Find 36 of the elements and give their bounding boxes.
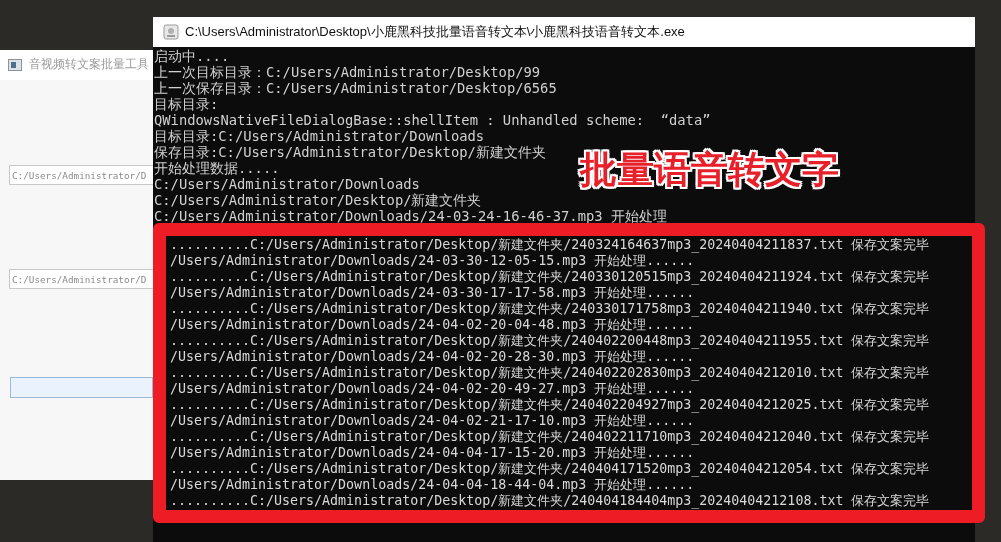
console-line: ..........C:/Users/Administrator/Desktop/新建文件夹/240402202830mp3_20240404212010.txt 保存文案完毕 <box>170 365 931 381</box>
console-line: 目标目录: <box>154 96 220 112</box>
console-line: 启动中.... <box>154 48 231 64</box>
window-title: C:\Users\Administrator\Desktop\小鹿黑科技批量语音转文本\小鹿黑科技语音转文本.exe <box>185 23 685 41</box>
console-line: ..........C:/Users/Administrator/Desktop/新建文件夹/240402200448mp3_20240404211955.txt 保存文案完毕 <box>170 333 931 349</box>
console-line: QWindowsNativeFileDialogBase::shellItem : Unhandled scheme: “data” <box>154 112 712 128</box>
console-line: /Users/Administrator/Downloads/24-04-02-20-28-30.mp3 开始处理...... <box>170 349 696 365</box>
console-line: ..........C:/Users/Administrator/Desktop/新建文件夹/240330171758mp3_20240404211940.txt 保存文案完毕 <box>170 301 931 317</box>
app-icon <box>163 24 179 40</box>
console-line: ..........C:/Users/Administrator/Desktop/新建文件夹/240324164637mp3_20240404211837.txt 保存文案完毕 <box>170 237 931 253</box>
console-line: ..........C:/Users/Administrator/Desktop/新建文件夹/240404171520mp3_20240404212054.txt 保存文案完毕 <box>170 461 931 477</box>
console-line: C:/Users/Administrator/Downloads/24-03-24-16-46-37.mp3 开始处理 <box>154 208 668 224</box>
console-line: C:/Users/Administrator/Desktop/新建文件夹 <box>154 192 483 208</box>
console-line: /Users/Administrator/Downloads/24-04-02-20-49-27.mp3 开始处理...... <box>170 381 696 397</box>
console-line: /Users/Administrator/Downloads/24-03-30-12-05-15.mp3 开始处理...... <box>170 253 696 269</box>
window-title: 音视频转文案批量工具 <box>29 57 149 73</box>
console-line: ..........C:/Users/Administrator/Desktop/新建文件夹/240404184404mp3_20240404212108.txt 保存文案完毕 <box>170 493 931 509</box>
action-button[interactable] <box>10 377 153 398</box>
console-line: /Users/Administrator/Downloads/24-04-04-17-15-20.mp3 开始处理...... <box>170 445 696 461</box>
console-line: /Users/Administrator/Downloads/24-04-04-18-44-04.mp3 开始处理...... <box>170 477 696 493</box>
path-field[interactable]: C:/Users/Administrator/D <box>9 165 153 185</box>
console-line: /Users/Administrator/Downloads/24-03-30-17-17-58.mp3 开始处理...... <box>170 285 696 301</box>
console-line: 开始处理数据..... <box>154 160 281 176</box>
console-line: 保存目录:C:/Users/Administrator/Desktop/新建文件夹 <box>154 144 547 160</box>
caption-text: 批量语音转文字 <box>580 148 839 192</box>
console-line: C:/Users/Administrator/Downloads <box>154 176 421 192</box>
console-line: ..........C:/Users/Administrator/Desktop/新建文件夹/240330120515mp3_20240404211924.txt 保存文案完毕 <box>170 269 931 285</box>
console-line: ..........C:/Users/Administrator/Desktop/新建文件夹/240402211710mp3_20240404212040.txt 保存文案完毕 <box>170 429 931 445</box>
console-line: ..........C:/Users/Administrator/Desktop/新建文件夹/240402204927mp3_20240404212025.txt 保存文案完毕 <box>170 397 931 413</box>
console-line: 上一次保存目录：C:/Users/Administrator/Desktop/6565 <box>154 80 558 96</box>
app-icon <box>8 59 22 71</box>
path-field[interactable]: C:/Users/Administrator/D <box>9 269 153 289</box>
console-line: 目标目录:C:/Users/Administrator/Downloads <box>154 128 486 144</box>
console-line: /Users/Administrator/Downloads/24-04-02-21-17-10.mp3 开始处理...... <box>170 413 696 429</box>
console-line: /Users/Administrator/Downloads/24-04-02-20-04-48.mp3 开始处理...... <box>170 317 696 333</box>
console-line: 上一次目标目录：C:/Users/Administrator/Desktop/99 <box>154 64 542 80</box>
